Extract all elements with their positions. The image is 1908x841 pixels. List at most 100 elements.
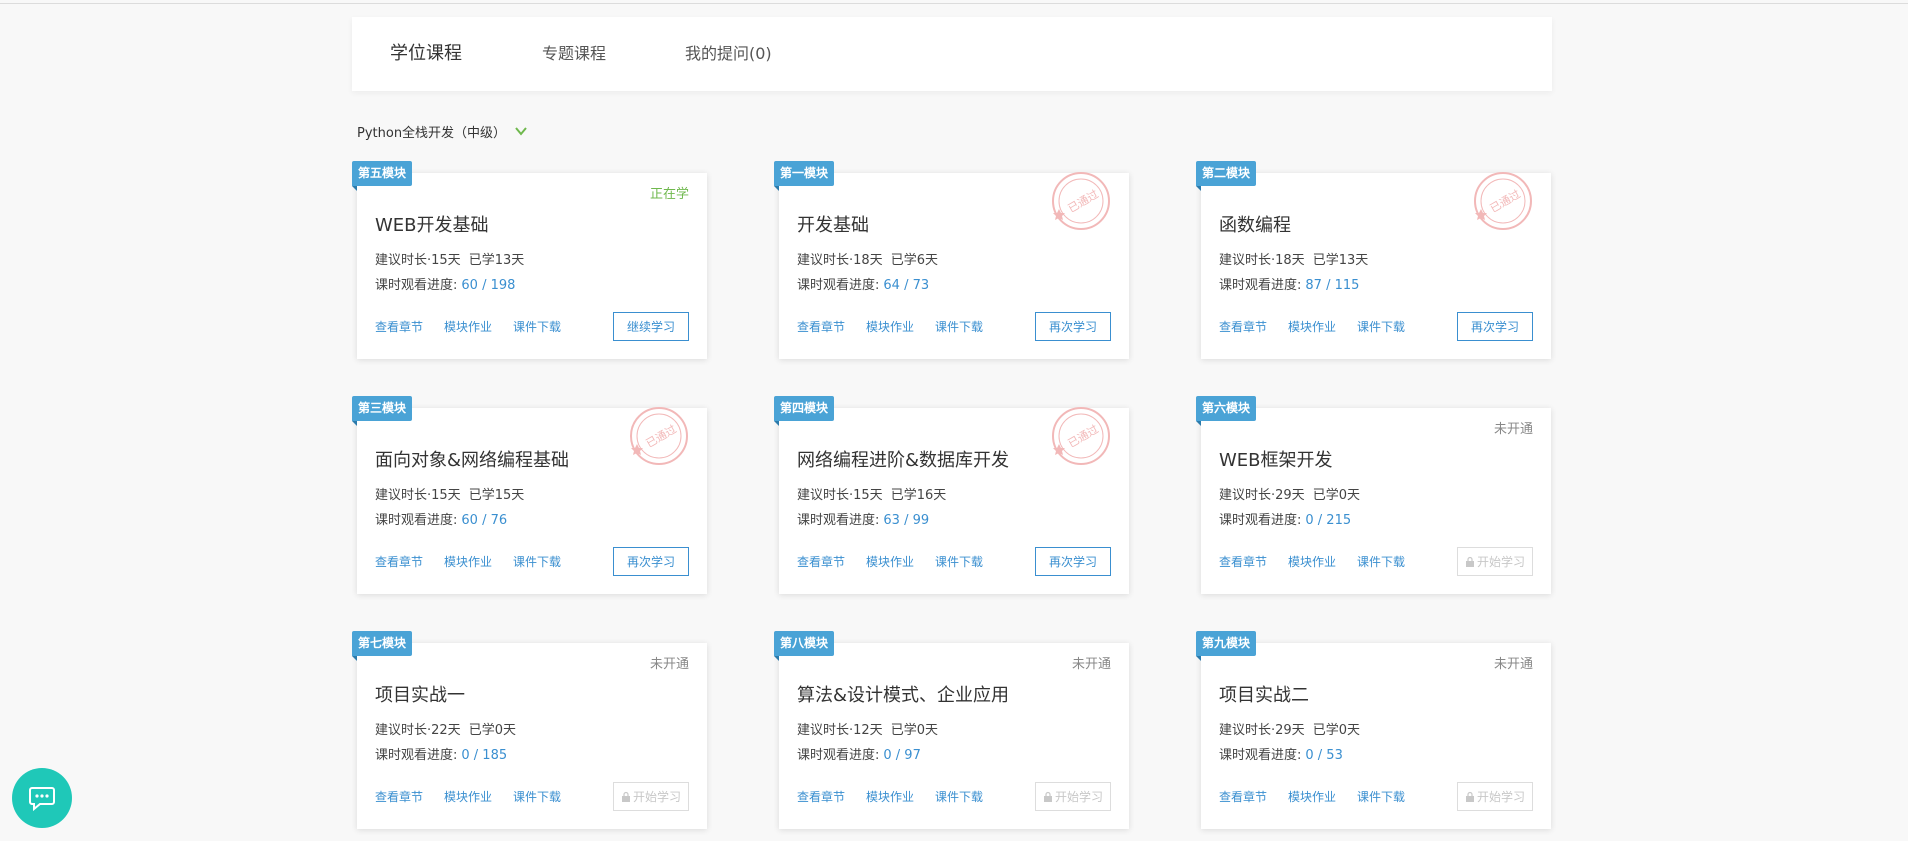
module-links: 查看章节 模块作业 课件下载 — [1219, 788, 1426, 805]
start-learning-button[interactable]: 开始学习 — [1457, 782, 1533, 811]
courseware-download-link[interactable]: 课件下载 — [1357, 788, 1405, 805]
courseware-download-link[interactable]: 课件下载 — [513, 553, 561, 570]
chevron-down-icon — [515, 127, 527, 136]
progress-value: 87 / 115 — [1305, 278, 1360, 293]
module-homework-link[interactable]: 模块作业 — [1288, 553, 1336, 570]
lock-icon — [621, 791, 630, 802]
module-homework-link[interactable]: 模块作业 — [444, 553, 492, 570]
days-learned: 已学6天 — [890, 253, 938, 268]
lock-icon — [1465, 791, 1474, 802]
module-links: 查看章节 模块作业 课件下载 — [1219, 553, 1426, 570]
relearn-button[interactable]: 再次学习 — [613, 547, 689, 576]
view-chapters-link[interactable]: 查看章节 — [375, 553, 423, 570]
days-learned: 已学13天 — [1312, 253, 1369, 268]
passed-stamp-icon: 已通过 — [1474, 172, 1532, 230]
courseware-download-link[interactable]: 课件下载 — [1357, 553, 1405, 570]
suggested-duration: 建议时长·18天 — [797, 253, 883, 268]
module-title: 面向对象&网络编程基础 — [375, 450, 570, 471]
progress-label: 课时观看进度: — [375, 513, 458, 528]
module-homework-link[interactable]: 模块作业 — [1288, 788, 1336, 805]
button-label: 再次学习 — [1048, 320, 1097, 334]
stamp-text: 已通过 — [1066, 423, 1101, 451]
module-card: 第九模块 未开通 项目实战二 建议时长·29天 已学0天 课时观看进度: 0 / 5… — [1196, 631, 1551, 829]
module-title: 网络编程进阶&数据库开发 — [797, 450, 1010, 471]
view-chapters-link[interactable]: 查看章节 — [1219, 318, 1267, 335]
start-learning-button[interactable]: 开始学习 — [613, 782, 689, 811]
progress-value: 60 / 76 — [461, 513, 508, 528]
progress-value: 63 / 99 — [883, 513, 930, 528]
courseware-download-link[interactable]: 课件下载 — [935, 553, 983, 570]
module-homework-link[interactable]: 模块作业 — [866, 788, 914, 805]
module-title: WEB开发基础 — [375, 215, 489, 236]
passed-stamp-icon: 已通过 — [1052, 172, 1110, 230]
button-label: 开始学习 — [632, 790, 681, 804]
status-badge: 正在学 — [649, 187, 689, 202]
tab-my-questions[interactable]: 我的提问(0) — [685, 17, 772, 91]
suggested-duration: 建议时长·29天 — [1219, 488, 1305, 503]
tab-topic-courses[interactable]: 专题课程 — [542, 17, 606, 91]
start-learning-button[interactable]: 开始学习 — [1035, 782, 1111, 811]
view-chapters-link[interactable]: 查看章节 — [797, 553, 845, 570]
suggested-duration: 建议时长·12天 — [797, 723, 883, 738]
module-homework-link[interactable]: 模块作业 — [866, 553, 914, 570]
module-tag: 第一模块 — [774, 161, 835, 191]
courseware-download-link[interactable]: 课件下载 — [1357, 318, 1405, 335]
view-chapters-link[interactable]: 查看章节 — [797, 788, 845, 805]
module-meta: 建议时长·15天 已学15天 — [375, 484, 524, 503]
suggested-duration: 建议时长·15天 — [375, 488, 461, 503]
view-chapters-link[interactable]: 查看章节 — [375, 788, 423, 805]
module-links: 查看章节 模块作业 课件下载 — [797, 553, 1004, 570]
module-title: 算法&设计模式、企业应用 — [797, 685, 1010, 706]
progress-value: 60 / 198 — [461, 278, 516, 293]
view-chapters-link[interactable]: 查看章节 — [375, 318, 423, 335]
watch-progress: 课时观看进度: 60 / 198 — [375, 274, 515, 293]
continue-learning-button[interactable]: 继续学习 — [613, 312, 689, 341]
courseware-download-link[interactable]: 课件下载 — [935, 318, 983, 335]
module-card: 第六模块 未开通 WEB框架开发 建议时长·29天 已学0天 课时观看进度: 0 /… — [1196, 396, 1551, 594]
module-card: 第四模块 已通过 网络编程进阶&数据库开发 建议时长·15天 已学16天 课时观看… — [774, 396, 1129, 594]
progress-value: 0 / 53 — [1305, 748, 1343, 763]
button-label: 再次学习 — [1048, 555, 1097, 569]
module-links: 查看章节 模块作业 课件下载 — [375, 788, 582, 805]
courseware-download-link[interactable]: 课件下载 — [513, 788, 561, 805]
days-learned: 已学0天 — [468, 723, 516, 738]
watch-progress: 课时观看进度: 0 / 53 — [1219, 744, 1343, 763]
chat-button[interactable] — [12, 768, 72, 828]
days-learned: 已学13天 — [468, 253, 525, 268]
view-chapters-link[interactable]: 查看章节 — [797, 318, 845, 335]
relearn-button[interactable]: 再次学习 — [1457, 312, 1533, 341]
view-chapters-link[interactable]: 查看章节 — [1219, 788, 1267, 805]
status-badge: 未开通 — [649, 657, 689, 672]
module-homework-link[interactable]: 模块作业 — [866, 318, 914, 335]
courseware-download-link[interactable]: 课件下载 — [935, 788, 983, 805]
tab-degree-courses[interactable]: 学位课程 — [390, 17, 462, 91]
module-title: 函数编程 — [1219, 215, 1291, 236]
module-tag: 第八模块 — [774, 631, 835, 661]
progress-value: 0 / 97 — [883, 748, 921, 763]
relearn-button[interactable]: 再次学习 — [1035, 312, 1111, 341]
view-chapters-link[interactable]: 查看章节 — [1219, 553, 1267, 570]
suggested-duration: 建议时长·29天 — [1219, 723, 1305, 738]
days-learned: 已学0天 — [890, 723, 938, 738]
module-homework-link[interactable]: 模块作业 — [1288, 318, 1336, 335]
top-divider — [0, 3, 1908, 4]
module-links: 查看章节 模块作业 课件下载 — [1219, 318, 1426, 335]
progress-label: 课时观看进度: — [1219, 513, 1302, 528]
course-tabs: 学位课程 专题课程 我的提问(0) — [352, 17, 1552, 91]
module-meta: 建议时长·29天 已学0天 — [1219, 719, 1360, 738]
module-homework-link[interactable]: 模块作业 — [444, 318, 492, 335]
progress-label: 课时观看进度: — [375, 278, 458, 293]
courseware-download-link[interactable]: 课件下载 — [513, 318, 561, 335]
start-learning-button[interactable]: 开始学习 — [1457, 547, 1533, 576]
progress-value: 0 / 215 — [1305, 513, 1352, 528]
module-tag: 第六模块 — [1196, 396, 1257, 426]
module-homework-link[interactable]: 模块作业 — [444, 788, 492, 805]
passed-stamp-icon: 已通过 — [1052, 407, 1110, 465]
module-meta: 建议时长·18天 已学13天 — [1219, 249, 1368, 268]
watch-progress: 课时观看进度: 0 / 185 — [375, 744, 507, 763]
progress-label: 课时观看进度: — [1219, 748, 1302, 763]
days-learned: 已学15天 — [468, 488, 525, 503]
module-title: 项目实战二 — [1219, 685, 1309, 706]
program-selector[interactable]: Python全栈开发（中级） — [357, 120, 528, 142]
relearn-button[interactable]: 再次学习 — [1035, 547, 1111, 576]
